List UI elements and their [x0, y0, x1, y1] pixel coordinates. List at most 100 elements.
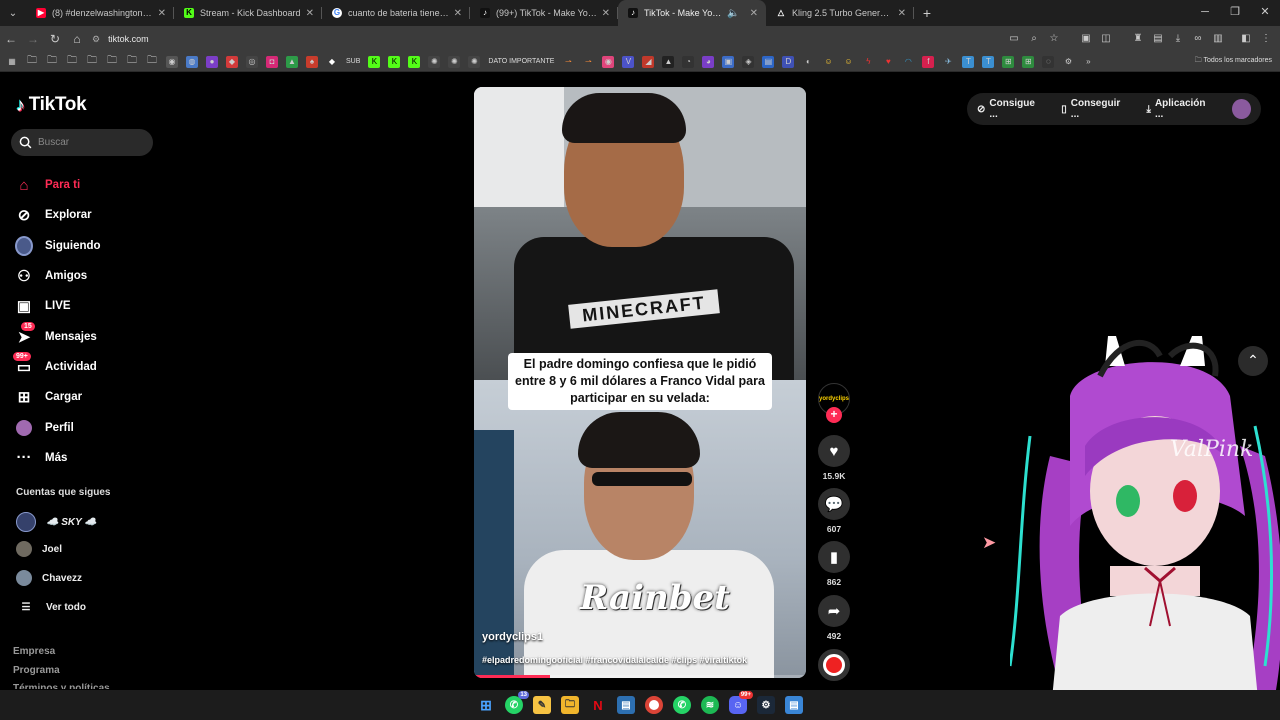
- card-icon[interactable]: ▤: [1152, 33, 1164, 45]
- bookmark-icon[interactable]: ⊞: [1002, 55, 1015, 68]
- folder-icon[interactable]: 🗀: [46, 55, 58, 68]
- bookmark-icon[interactable]: ▲: [662, 55, 675, 68]
- cast-icon[interactable]: ▭: [1008, 33, 1020, 45]
- tab-search-menu-icon[interactable]: ⌄: [0, 8, 26, 19]
- music-disc-button[interactable]: [816, 649, 852, 681]
- folder-icon[interactable]: 🗀: [26, 55, 38, 68]
- bookmark-icon[interactable]: ◍: [186, 55, 198, 68]
- browser-tab[interactable]: ▶ (8) #denzelwashington - YouTube ✕: [26, 0, 174, 26]
- notepad-icon[interactable]: ▤: [785, 696, 803, 714]
- creator-avatar[interactable]: yordyclips +: [816, 383, 852, 423]
- bookmark-icon[interactable]: ⊞: [1022, 55, 1035, 68]
- back-icon[interactable]: ←: [0, 32, 22, 46]
- nav-item-perfil[interactable]: Perfil: [15, 412, 165, 442]
- kick-icon[interactable]: K: [368, 55, 381, 68]
- followed-account[interactable]: ☁️ SKY ☁️: [16, 512, 97, 532]
- spotify-icon[interactable]: ≋: [701, 696, 719, 714]
- home-browser-icon[interactable]: ⌂: [66, 32, 88, 46]
- video-player[interactable]: MINECRAFT Rainbet El padre domingo confi…: [474, 87, 806, 678]
- windows-start-icon[interactable]: ⊞: [477, 696, 495, 714]
- close-tab-icon[interactable]: ✕: [750, 8, 758, 19]
- puzzle-icon[interactable]: ◫: [1100, 33, 1112, 45]
- kick-icon[interactable]: K: [388, 55, 401, 68]
- bookmark-icon[interactable]: ✺: [468, 55, 481, 68]
- video-author[interactable]: yordyclips1: [482, 631, 543, 643]
- bookmark-icon[interactable]: f: [922, 55, 935, 68]
- close-tab-icon[interactable]: ✕: [454, 8, 462, 19]
- whatsapp-icon[interactable]: ✆ 13: [505, 691, 529, 714]
- chrome-icon[interactable]: [645, 696, 663, 714]
- bookmark-icon[interactable]: ✈: [942, 56, 954, 68]
- save-button[interactable]: ▮ 862: [816, 541, 852, 587]
- browser-tab[interactable]: K Stream - Kick Dashboard ✕: [174, 0, 322, 26]
- bookmark-icon[interactable]: ✺: [428, 55, 441, 68]
- bookmark-icon[interactable]: ◉: [602, 55, 615, 68]
- bookmark-icon[interactable]: T: [982, 55, 995, 68]
- see-all-link[interactable]: ☰ Ver todo: [16, 602, 87, 613]
- get-coins-button[interactable]: ⊘ Consigue ...: [977, 98, 1043, 120]
- bookmark-icon[interactable]: ♥: [882, 56, 894, 68]
- zoom-icon[interactable]: ⌕: [1028, 33, 1040, 45]
- bookmark-icon[interactable]: ☺: [842, 56, 854, 68]
- nav-item-para-ti[interactable]: ⌂ Para ti: [15, 170, 165, 200]
- bookmark-icon[interactable]: ☺: [822, 56, 834, 68]
- browser-tab[interactable]: △ Kling 2.5 Turbo Generative AI Model ✕: [766, 0, 914, 26]
- sidepanel-icon[interactable]: ▥: [1212, 33, 1224, 45]
- like-button[interactable]: ♥ 15.9K: [816, 435, 852, 481]
- forward-icon[interactable]: →: [22, 32, 44, 46]
- footer-link[interactable]: Empresa: [13, 646, 55, 657]
- close-tab-icon[interactable]: ✕: [898, 8, 906, 19]
- folder-icon[interactable]: 🗀: [106, 55, 118, 68]
- netflix-icon[interactable]: N: [589, 696, 607, 714]
- bookmark-icon[interactable]: ⇀: [582, 56, 594, 68]
- bookmark-icon[interactable]: V: [622, 55, 635, 68]
- new-tab-button[interactable]: +: [914, 5, 940, 21]
- extension2-icon[interactable]: ♜: [1132, 33, 1144, 45]
- bookmark-icon[interactable]: ♠: [306, 55, 318, 68]
- all-bookmarks[interactable]: 🗀 Todos los marcadores: [1195, 56, 1272, 67]
- discord-icon[interactable]: ☺ 99+: [729, 691, 753, 714]
- close-tab-icon[interactable]: ✕: [602, 8, 610, 19]
- bookmark-dato[interactable]: DATO IMPORTANTE: [488, 58, 554, 65]
- bookmark-icon[interactable]: ◆: [226, 55, 238, 68]
- folder-icon[interactable]: 🗀: [146, 55, 158, 68]
- download-icon[interactable]: ⤓: [1172, 33, 1184, 45]
- steam-icon[interactable]: ⚙: [757, 696, 775, 714]
- folder-icon[interactable]: 🗀: [86, 55, 98, 68]
- more-bookmarks-icon[interactable]: »: [1082, 56, 1094, 68]
- bookmark-sub[interactable]: SUB: [346, 58, 360, 65]
- nav-item-explorar[interactable]: ⊘ Explorar: [15, 200, 165, 230]
- profile-icon[interactable]: ◧: [1240, 33, 1252, 45]
- notes-icon[interactable]: ✎: [533, 696, 551, 714]
- apps-icon[interactable]: ▦: [6, 56, 18, 68]
- bookmark-icon[interactable]: ⇀: [562, 56, 574, 68]
- whatsapp-desktop-icon[interactable]: ✆: [673, 696, 691, 714]
- bookmark-icon[interactable]: ✺: [448, 55, 461, 68]
- close-window-icon[interactable]: ✕: [1250, 0, 1280, 26]
- extension-icon[interactable]: ▣: [1080, 33, 1092, 45]
- follow-plus-icon[interactable]: +: [826, 407, 842, 423]
- bookmark-icon[interactable]: ◔: [682, 55, 695, 68]
- bookmark-icon[interactable]: D: [782, 55, 795, 68]
- reload-icon[interactable]: ↻: [44, 32, 66, 46]
- browser-tab-active[interactable]: ♪ TikTok - Make Your Day 🔈 ✕: [618, 0, 766, 26]
- bookmark-icon[interactable]: ▲: [286, 55, 298, 68]
- bookmark-icon[interactable]: ◢: [642, 55, 655, 68]
- site-info-icon[interactable]: ⚙: [92, 34, 100, 45]
- folder-icon[interactable]: 🗀: [66, 55, 78, 68]
- desktop-app-button[interactable]: ⤓ Aplicación ...: [1147, 98, 1214, 120]
- close-tab-icon[interactable]: ✕: [306, 8, 314, 19]
- instagram-icon[interactable]: ◘: [266, 55, 278, 68]
- tiktok-logo[interactable]: ♪ TikTok: [16, 94, 87, 116]
- link-icon[interactable]: ∞: [1192, 33, 1204, 45]
- bookmark-icon[interactable]: ◎: [246, 55, 258, 68]
- bookmark-icon[interactable]: ▣: [722, 55, 735, 68]
- followed-account[interactable]: Chavezz: [16, 570, 82, 586]
- browser-tab[interactable]: G cuanto de bateria tiene el samsung ✕: [322, 0, 470, 26]
- user-avatar[interactable]: [1231, 99, 1251, 119]
- nav-item-live[interactable]: ▣ LIVE: [15, 291, 165, 321]
- bookmark-icon[interactable]: T: [962, 55, 975, 68]
- search-input[interactable]: Buscar: [11, 129, 153, 156]
- bookmark-icon[interactable]: ϟ: [862, 56, 874, 68]
- bookmark-icon[interactable]: ▤: [762, 55, 775, 68]
